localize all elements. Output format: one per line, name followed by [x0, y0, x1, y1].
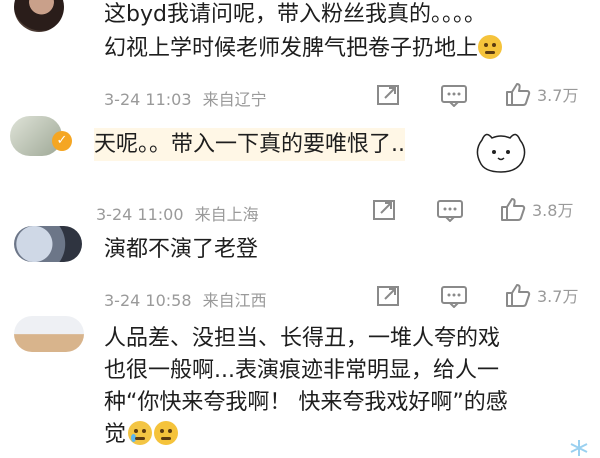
comment-text-line: 人品差、没担当、长得丑，一堆人夸的戏 [104, 326, 501, 351]
comment-text-line: 种“你快来夸我啊！ 快来夸我戏好啊”的感 [104, 390, 508, 415]
comment-icon [441, 85, 467, 107]
comment-text-line: 这byd我请问呢，带入粉丝我真的。。。。 [104, 2, 486, 27]
like-button[interactable]: 3.7万 [505, 282, 578, 308]
comment-text-line: 天呢。。带入一下真的要唯恨了.. [94, 128, 405, 161]
cat-sticker-icon [476, 133, 526, 173]
comment-location: 来自上海 [194, 205, 259, 224]
comment-text-segment: 幻视上学时候老师发脾气把卷子扔地上 [104, 36, 479, 61]
comment-location: 来自江西 [202, 291, 267, 310]
comment-date: 3-24 11:00 [96, 205, 184, 224]
like-count: 3.8万 [532, 201, 574, 220]
comment-date: 3-24 10:58 [104, 291, 192, 310]
reply-icon [377, 286, 399, 306]
avatar[interactable] [14, 0, 64, 32]
like-count: 3.7万 [537, 86, 579, 105]
like-button[interactable]: 3.7万 [505, 81, 578, 107]
comment-meta: 3-24 11:00 来自上海 [96, 201, 259, 225]
comment-meta: 3-24 11:03 来自辽宁 [104, 86, 267, 110]
avatar[interactable] [14, 316, 84, 352]
reply-icon [373, 200, 395, 220]
reply-button[interactable] [376, 284, 402, 308]
thumbs-up-icon [506, 284, 531, 307]
reply-button[interactable] [372, 198, 398, 222]
comment-text-line: 觉 [104, 418, 179, 451]
smirk-emoji-icon [154, 421, 179, 445]
comment-text-line: 演都不演了老登 [104, 237, 259, 262]
comment-date: 3-24 11:03 [104, 90, 192, 109]
comment-text-line: 幻视上学时候老师发脾气把卷子扔地上 [104, 32, 503, 65]
comment-text-line: 也很一般啊...表演痕迹非常明显，给人一 [104, 358, 499, 383]
like-count: 3.7万 [537, 287, 579, 306]
like-button[interactable]: 3.8万 [500, 196, 573, 222]
avatar[interactable] [14, 226, 82, 262]
reply-icon [377, 85, 399, 105]
verified-badge-icon: ✓ [52, 131, 72, 151]
crying-emoji-icon [128, 421, 153, 445]
thumbs-up-icon [501, 198, 526, 221]
smile-emoji-icon [478, 35, 503, 59]
comment-button[interactable] [440, 83, 468, 107]
comment-icon [437, 200, 463, 222]
reply-button[interactable] [376, 83, 402, 107]
comment-button[interactable] [436, 198, 464, 222]
comment-meta: 3-24 10:58 来自江西 [104, 287, 267, 311]
comment-icon [441, 286, 467, 308]
comment-location: 来自辽宁 [202, 90, 267, 109]
thumbs-up-icon [506, 83, 531, 106]
snowflake-icon [570, 440, 588, 456]
comment-text-segment: 觉 [104, 422, 127, 447]
comment-button[interactable] [440, 284, 468, 308]
